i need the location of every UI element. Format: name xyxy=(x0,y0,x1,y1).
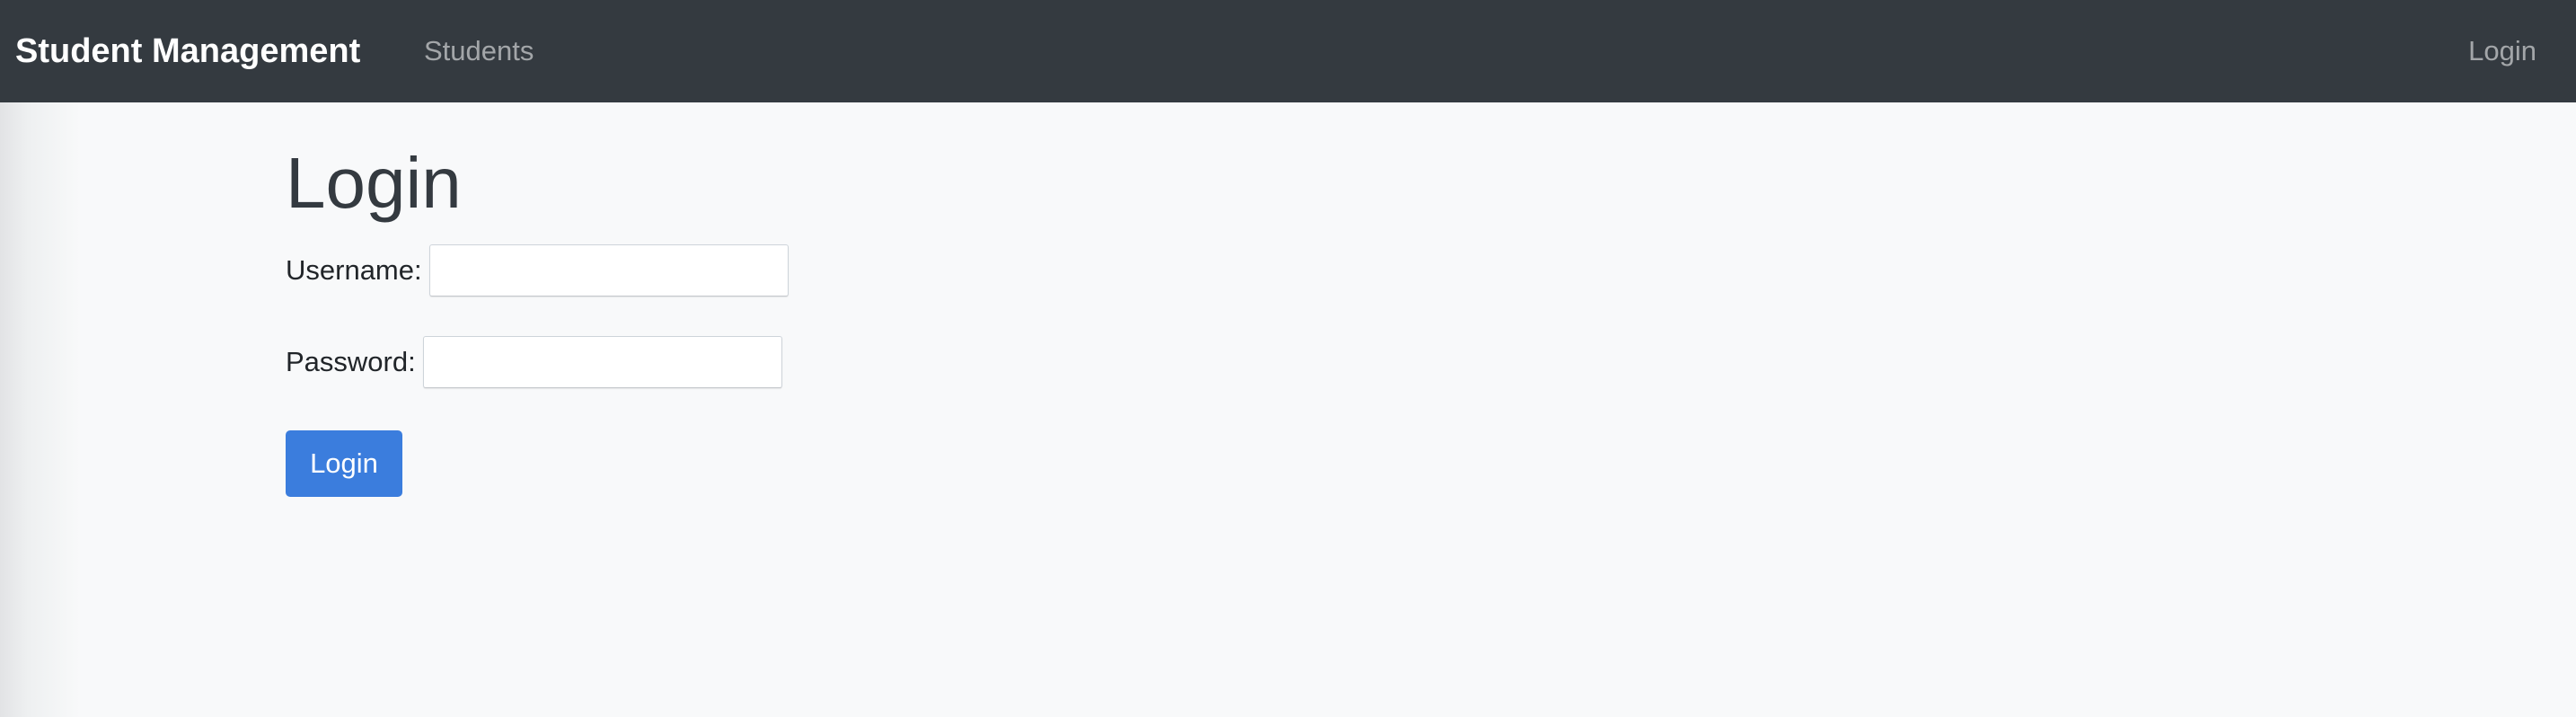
username-input[interactable] xyxy=(428,244,789,297)
login-submit-button[interactable]: Login xyxy=(286,430,402,497)
navbar-brand[interactable]: Student Management xyxy=(15,0,360,102)
username-label: Username: xyxy=(286,254,422,286)
password-label: Password: xyxy=(286,346,416,377)
page-title: Login xyxy=(286,143,462,223)
left-edge-shadow xyxy=(0,102,81,717)
password-input[interactable] xyxy=(422,336,782,388)
nav-link-login[interactable]: Login xyxy=(2468,0,2536,102)
top-navbar: Student Management Students Login xyxy=(0,0,2576,102)
nav-link-students[interactable]: Students xyxy=(424,0,534,102)
password-row: Password: xyxy=(286,336,782,388)
username-row: Username: xyxy=(286,244,789,297)
